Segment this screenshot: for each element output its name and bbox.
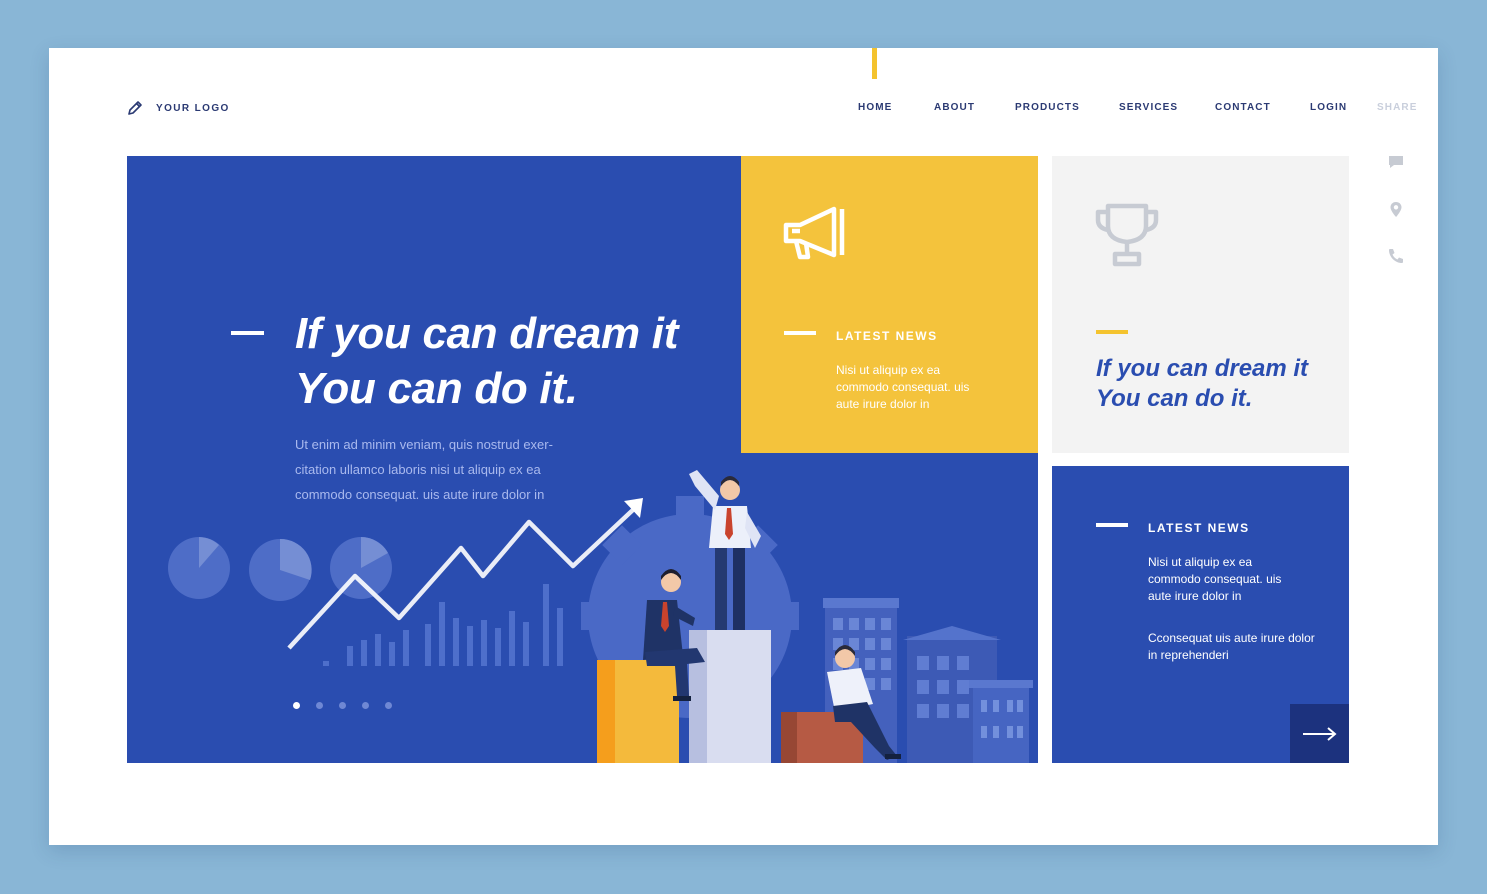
hero-title-line1: If you can dream it [295,309,679,358]
news-body-text: Nisi ut aliquip ex ea commodo consequat.… [836,363,970,411]
quote-line2: You can do it. [1096,385,1253,412]
megaphone-icon [783,206,845,260]
quote-card: If you can dream it You can do it. [1052,156,1349,453]
slide-dot-3[interactable] [339,702,346,709]
nav-share[interactable]: SHARE [1377,102,1418,113]
news-body-text: Nisi ut aliquip ex ea commodo consequat.… [1148,555,1282,603]
slide-dot-4[interactable] [362,702,369,709]
hero-title-line2: You can do it. [295,364,578,413]
phone-icon[interactable] [1386,246,1406,266]
nav-login[interactable]: LOGIN [1310,102,1347,113]
nav-home[interactable]: HOME [858,102,892,113]
nav-products[interactable]: PRODUCTS [1015,102,1080,113]
trophy-icon [1095,203,1159,267]
quote-line1: If you can dream it [1096,355,1309,382]
news-body-text-secondary: Cconsequat uis aute irure dolor in repre… [1148,631,1315,662]
chat-icon[interactable] [1386,152,1406,172]
news-label: LATEST NEWS [1148,521,1250,535]
hero-body-text: Ut enim ad minim veniam, quis nostrud ex… [295,437,553,502]
news-label: LATEST NEWS [836,329,938,343]
arrow-right-icon [1302,726,1337,741]
hero-title: If you can dream it You can do it. [295,306,715,416]
hero-accent-dash [231,331,264,335]
nav-contact[interactable]: CONTACT [1215,102,1271,113]
top-nav: HOME ABOUT PRODUCTS SERVICES CONTACT LOG… [0,102,1487,116]
quote-accent-dash [1096,330,1128,334]
slide-dot-2[interactable] [316,702,323,709]
quote-text: If you can dream it You can do it. [1096,354,1326,414]
next-arrow-button[interactable] [1290,704,1349,763]
pie-chart-icon [168,537,392,601]
nav-services[interactable]: SERVICES [1119,102,1178,113]
latest-news-card-yellow[interactable]: LATEST NEWS Nisi ut aliquip ex ea commod… [741,156,1038,453]
slide-indicators [293,702,392,709]
news-accent-dash [1096,523,1128,527]
nav-about[interactable]: ABOUT [934,102,975,113]
news-accent-dash [784,331,816,335]
slide-dot-5[interactable] [385,702,392,709]
slide-dot-1[interactable] [293,702,300,709]
latest-news-card-blue: LATEST NEWS Nisi ut aliquip ex ea commod… [1052,466,1349,763]
location-pin-icon[interactable] [1386,200,1406,220]
top-accent-bar [872,48,877,79]
